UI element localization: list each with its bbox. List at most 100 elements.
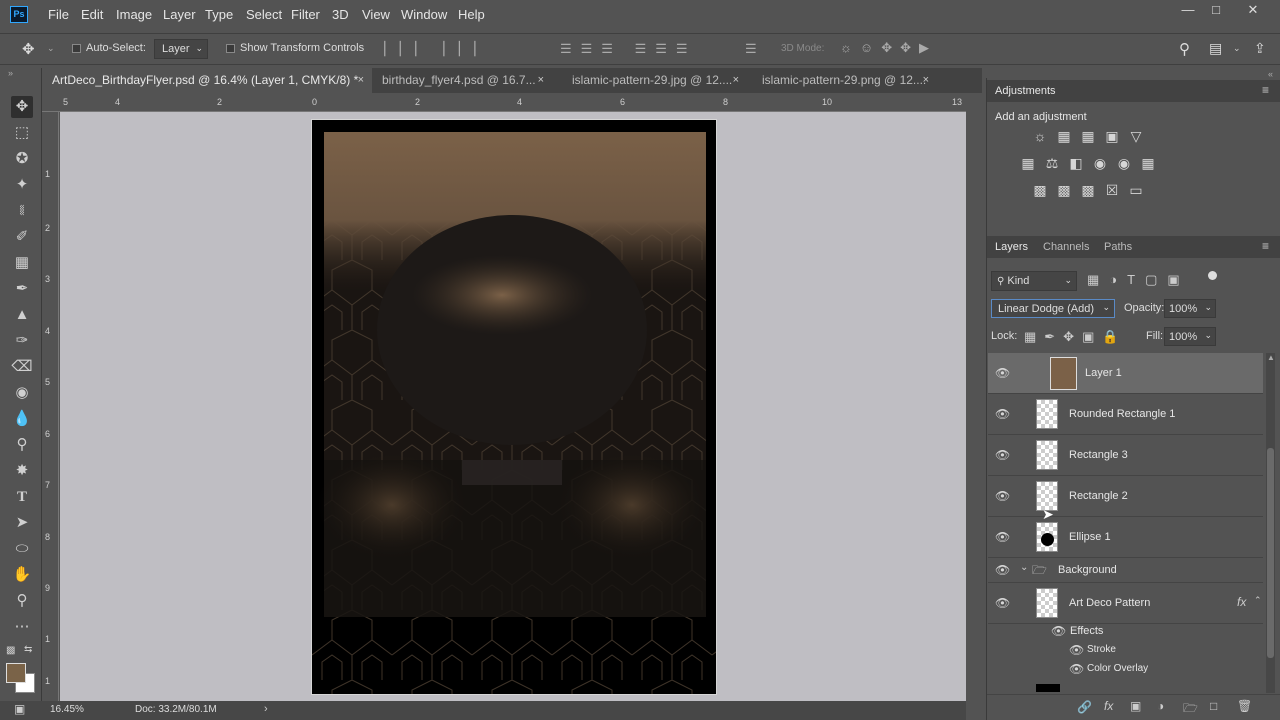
move-tool-icon[interactable]: ✥ xyxy=(22,40,35,58)
new-group-icon[interactable]: 🗁 xyxy=(1183,699,1198,720)
menu-file[interactable]: File xyxy=(48,7,69,22)
filter-toggle-icon[interactable] xyxy=(1208,271,1217,280)
pen-tool-icon[interactable]: ✸ xyxy=(11,460,33,482)
workspace-icon[interactable]: ▤ xyxy=(1209,40,1222,57)
layer-row-rectangle-2[interactable]: 👁 Rectangle 2 ➤ xyxy=(988,476,1263,522)
close-icon[interactable]: × xyxy=(733,68,739,93)
screen-mode-icon[interactable]: ▣ xyxy=(14,702,25,716)
panel-menu-icon[interactable]: ≡ xyxy=(1262,83,1269,97)
dodge-tool-icon[interactable]: ⚲ xyxy=(11,434,33,456)
tab-islamic-pattern-jpg[interactable]: islamic-pattern-29.jpg @ 12.... × xyxy=(562,68,747,93)
close-icon[interactable]: × xyxy=(923,68,929,93)
layer-filter-dropdown[interactable]: ⚲ Kind ⌄ xyxy=(991,271,1077,291)
collapse-panels-icon[interactable]: « xyxy=(1268,69,1273,79)
channel-mixer-icon[interactable]: ◉ xyxy=(1115,156,1133,171)
auto-align-icon[interactable]: ☰ xyxy=(745,41,757,57)
curves-icon[interactable]: ▦ xyxy=(1079,129,1097,144)
visibility-eye-icon[interactable]: 👁 xyxy=(1051,624,1066,638)
visibility-eye-icon[interactable]: 👁 xyxy=(995,366,1010,380)
layer-row-rectangle-3[interactable]: 👁 Rectangle 3 xyxy=(988,435,1263,476)
menu-window[interactable]: Window xyxy=(401,7,447,22)
hand-tool-icon[interactable]: ✋ xyxy=(11,564,33,586)
color-balance-icon[interactable]: ⚖ xyxy=(1043,156,1061,171)
swap-colors-icon[interactable]: ⇆ xyxy=(24,644,32,655)
expand-arrow-icon[interactable]: ⌄ xyxy=(1020,562,1028,573)
lasso-tool-icon[interactable]: ✪ xyxy=(11,148,33,170)
visibility-eye-icon[interactable]: 👁 xyxy=(1069,662,1084,676)
tab-artdeco-flyer[interactable]: ArtDeco_BirthdayFlyer.psd @ 16.4% (Layer… xyxy=(42,68,372,93)
invert-icon[interactable]: ▩ xyxy=(1031,183,1049,198)
foreground-color-swatch[interactable] xyxy=(6,663,26,683)
ruler-horizontal[interactable]: 5 4 2 0 2 4 6 8 10 13 xyxy=(42,95,966,112)
restore-icon[interactable]: □ xyxy=(1201,2,1231,20)
brightness-icon[interactable]: ☼ xyxy=(1031,129,1049,144)
search-icon[interactable]: ⚲ xyxy=(1179,40,1190,58)
tab-adjustments[interactable]: Adjustments xyxy=(995,85,1056,97)
panel-menu-icon[interactable]: ≡ xyxy=(1262,239,1269,253)
layer-group-background[interactable]: 👁 ⌄ 🗁 Background xyxy=(988,558,1263,583)
collapse-arrow-icon[interactable]: ⌃ xyxy=(1254,595,1262,606)
close-icon[interactable]: × xyxy=(358,68,364,93)
status-menu-arrow[interactable]: › xyxy=(264,703,268,715)
scroll-up-icon[interactable]: ▲ xyxy=(1267,353,1275,362)
new-layer-icon[interactable]: □ xyxy=(1210,699,1217,713)
eraser-icon[interactable]: ⌫ xyxy=(11,356,33,378)
posterize-icon[interactable]: ▩ xyxy=(1055,183,1073,198)
layers-scrollbar[interactable]: ▲ xyxy=(1266,353,1275,693)
move-tool-icon[interactable]: ✥ xyxy=(11,96,33,118)
type-tool-icon[interactable]: T xyxy=(11,486,33,508)
levels-icon[interactable]: ▦ xyxy=(1055,129,1073,144)
crop-tool-icon[interactable]: ⧛ xyxy=(11,200,33,222)
collapse-icon[interactable]: » xyxy=(8,68,13,78)
minimize-icon[interactable]: — xyxy=(1173,2,1203,20)
layer-row-art-deco-pattern[interactable]: 👁 Art Deco Pattern fx ⌃ xyxy=(988,583,1263,624)
menu-select[interactable]: Select xyxy=(246,7,282,22)
exposure-icon[interactable]: ▣ xyxy=(1103,129,1121,144)
ellipse-tool-icon[interactable]: ⬭ xyxy=(11,538,33,560)
3d-tool-icons[interactable]: ☼☺✥✥▶ xyxy=(840,40,937,56)
zoom-tool-icon[interactable]: ⚲ xyxy=(11,590,33,612)
chevron-down-icon[interactable]: ⌄ xyxy=(47,43,55,54)
fill-field[interactable]: 100% ⌄ xyxy=(1164,327,1216,346)
threshold-icon[interactable]: ▩ xyxy=(1079,183,1097,198)
selective-color-icon[interactable]: ☒ xyxy=(1103,183,1121,198)
gradient-map-icon[interactable]: ▭ xyxy=(1127,183,1145,198)
auto-select-checkbox[interactable] xyxy=(72,44,81,53)
paint-bucket-icon[interactable]: ◉ xyxy=(11,382,33,404)
add-style-icon[interactable]: fx xyxy=(1104,699,1113,713)
healing-brush-icon[interactable]: ▦ xyxy=(11,252,33,274)
marquee-tool-icon[interactable]: ⬚ xyxy=(11,122,33,144)
close-icon[interactable]: × xyxy=(538,68,544,93)
zoom-level[interactable]: 16.45% xyxy=(50,704,84,715)
tab-layers[interactable]: Layers xyxy=(995,241,1028,253)
magic-wand-icon[interactable]: ✦ xyxy=(11,174,33,196)
document-canvas[interactable] xyxy=(311,119,717,695)
show-transform-checkbox[interactable] xyxy=(226,44,235,53)
adjustment-layer-icon[interactable]: ◑ xyxy=(1157,699,1164,713)
photo-filter-icon[interactable]: ◉ xyxy=(1091,156,1109,171)
eyedropper-icon[interactable]: ✐ xyxy=(11,226,33,248)
menu-layer[interactable]: Layer xyxy=(163,7,196,22)
visibility-eye-icon[interactable]: 👁 xyxy=(995,448,1010,462)
visibility-eye-icon[interactable]: 👁 xyxy=(995,563,1010,577)
fx-badge[interactable]: fx xyxy=(1237,595,1246,609)
visibility-eye-icon[interactable]: 👁 xyxy=(995,407,1010,421)
link-layers-icon[interactable]: 🔗 xyxy=(1077,700,1092,714)
opacity-field[interactable]: 100% ⌄ xyxy=(1164,299,1216,318)
history-brush-icon[interactable]: ✑ xyxy=(11,330,33,352)
chevron-down-icon[interactable]: ⌄ xyxy=(1233,43,1241,54)
layer-row-rounded-rectangle-1[interactable]: 👁 Rounded Rectangle 1 xyxy=(988,394,1263,435)
default-colors-icon[interactable]: ▩ xyxy=(6,645,15,656)
menu-image[interactable]: Image xyxy=(116,7,152,22)
blend-mode-dropdown[interactable]: Linear Dodge (Add) ⌄ xyxy=(991,299,1115,318)
tab-channels[interactable]: Channels xyxy=(1043,241,1089,253)
layer-row-layer-1[interactable]: 👁 Layer 1 xyxy=(988,353,1263,394)
black-white-icon[interactable]: ◧ xyxy=(1067,156,1085,171)
vibrance-icon[interactable]: ▽ xyxy=(1127,129,1145,144)
visibility-eye-icon[interactable]: 👁 xyxy=(1069,643,1084,657)
tab-birthday-flyer4[interactable]: birthday_flyer4.psd @ 16.7... × xyxy=(372,68,552,93)
brush-tool-icon[interactable]: ✒ xyxy=(11,278,33,300)
distribute-icons[interactable]: ☰☰☰ ☰☰☰ xyxy=(560,41,697,57)
path-selection-icon[interactable]: ➤ xyxy=(11,512,33,534)
blur-tool-icon[interactable]: 💧 xyxy=(11,408,33,430)
